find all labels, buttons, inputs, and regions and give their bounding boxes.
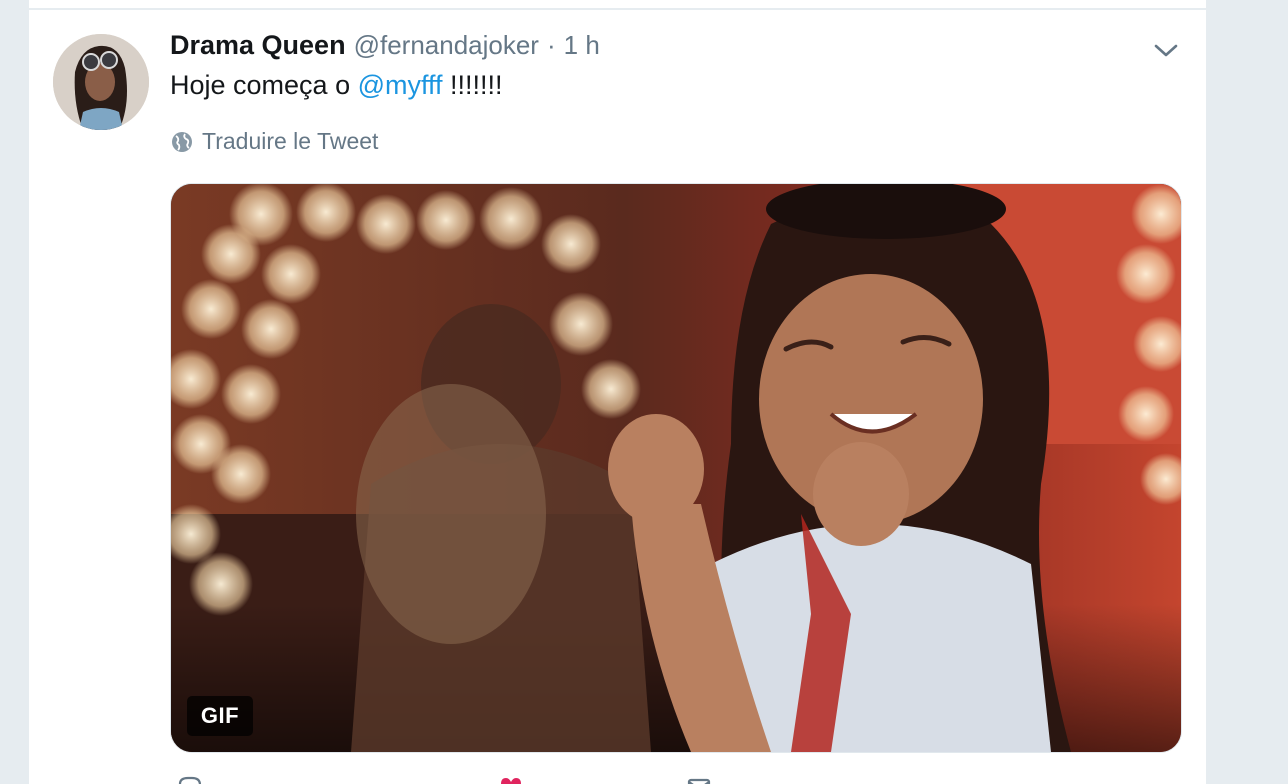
page: Drama Queen @fernandajoker · 1 h Hoje co…: [0, 0, 1288, 784]
tweet-header: Drama Queen @fernandajoker · 1 h: [170, 30, 600, 66]
dm-icon[interactable]: [685, 774, 713, 784]
reply-icon[interactable]: [176, 774, 204, 784]
gif-media[interactable]: GIF: [170, 183, 1182, 753]
tweet-actions: [170, 770, 870, 784]
tweet-text: Hoje começa o @myfff !!!!!!!: [170, 70, 503, 101]
translate-label: Traduire le Tweet: [202, 128, 379, 154]
timeline: Drama Queen @fernandajoker · 1 h Hoje co…: [28, 0, 1207, 784]
heart-icon[interactable]: [497, 774, 525, 784]
translate-tweet-link[interactable]: Traduire le Tweet: [170, 128, 378, 155]
tweet-divider: [29, 8, 1206, 10]
gif-image: [171, 184, 1181, 752]
separator-dot: ·: [546, 30, 556, 60]
mention-link[interactable]: @myfff: [358, 70, 443, 100]
avatar[interactable]: [53, 34, 149, 130]
globe-icon: [172, 131, 192, 152]
tweet-text-end: !!!!!!!: [442, 70, 503, 100]
gif-badge: GIF: [187, 696, 253, 736]
user-handle[interactable]: @fernandajoker: [354, 30, 539, 61]
timestamp[interactable]: 1 h: [564, 30, 600, 61]
display-name[interactable]: Drama Queen: [170, 30, 346, 61]
chevron-down-icon[interactable]: [1151, 38, 1181, 62]
tweet-text-start: Hoje começa o: [170, 70, 358, 100]
